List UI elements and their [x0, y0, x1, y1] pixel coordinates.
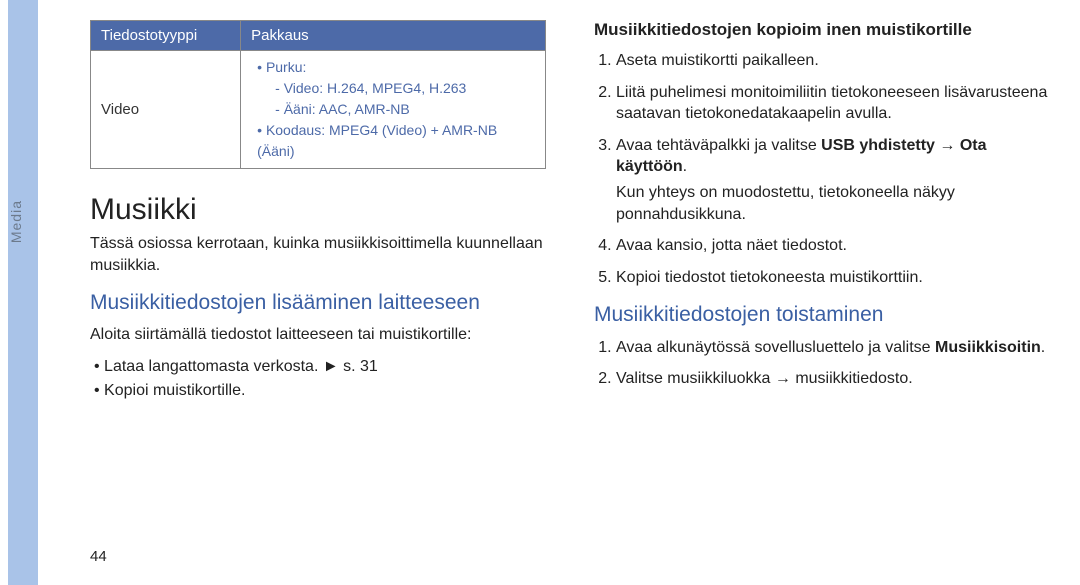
- add-bullets: Lataa langattomasta verkosta. ► s. 31 Ko…: [90, 358, 546, 400]
- codec-purku-label: Purku:: [266, 59, 306, 75]
- subsection-add: Musiikkitiedostojen lisääminen laitteese…: [90, 290, 546, 316]
- th-filetype: Tiedostotyyppi: [91, 21, 241, 51]
- copy-step-1: Aseta muistikortti paikalleen.: [616, 50, 1050, 72]
- copy-step-3: Avaa tehtäväpalkki ja valitse USB yhdist…: [616, 135, 1050, 225]
- page-number: 44: [90, 548, 107, 565]
- bullet-copy: Kopioi muistikortille.: [94, 382, 546, 400]
- play-steps: Avaa alkunäytössä sovellusluettelo ja va…: [594, 337, 1050, 390]
- bullet-download: Lataa langattomasta verkosta. ► s. 31: [94, 358, 546, 376]
- add-lead: Aloita siirtämällä tiedostot laitteeseen…: [90, 324, 546, 346]
- copy-step-5: Kopioi tiedostot tietokoneesta muistikor…: [616, 267, 1050, 289]
- left-column: Tiedostotyyppi Pakkaus Video Purku: Vide…: [90, 20, 546, 565]
- side-tab: Media: [0, 0, 42, 585]
- play-step-1-post: .: [1041, 339, 1045, 356]
- play-step-1: Avaa alkunäytössä sovellusluettelo ja va…: [616, 337, 1050, 359]
- copy-step-3-arrow: →: [935, 137, 960, 154]
- copy-steps: Aseta muistikortti paikalleen. Liitä puh…: [594, 50, 1050, 288]
- td-codec: Purku: Video: H.264, MPEG4, H.263 Ääni: …: [241, 51, 546, 169]
- play-step-2: Valitse musiikkiluokka → musiikkitiedost…: [616, 368, 1050, 390]
- copy-step-4: Avaa kansio, jotta näet tiedostot.: [616, 235, 1050, 257]
- copy-heading: Musiikkitiedostojen kopioim inen muistik…: [594, 20, 1050, 40]
- copy-step-3-pre: Avaa tehtäväpalkki ja valitse: [616, 137, 821, 154]
- section-intro: Tässä osiossa kerrotaan, kuinka musiikki…: [90, 233, 546, 276]
- side-tab-bg: [8, 0, 38, 585]
- copy-step-3-post: .: [683, 158, 687, 175]
- codec-koodaus: Koodaus: MPEG4 (Video) + AMR-NB (Ääni): [257, 120, 535, 162]
- section-title: Musiikki: [90, 193, 546, 227]
- play-step-1-pre: Avaa alkunäytössä sovellusluettelo ja va…: [616, 339, 935, 356]
- codec-purku-audio: Ääni: AAC, AMR-NB: [275, 99, 535, 120]
- subsection-play: Musiikkitiedostojen toistaminen: [594, 302, 1050, 328]
- copy-step-3-note: Kun yhteys on muodostettu, tietokoneella…: [616, 182, 1050, 225]
- page-content: Tiedostotyyppi Pakkaus Video Purku: Vide…: [90, 20, 1050, 565]
- right-column: Musiikkitiedostojen kopioim inen muistik…: [594, 20, 1050, 565]
- play-step-1-bold: Musiikkisoitin: [935, 339, 1041, 356]
- th-packing: Pakkaus: [241, 21, 546, 51]
- td-video: Video: [91, 51, 241, 169]
- copy-step-3-bold1: USB yhdistetty: [821, 137, 935, 154]
- codec-table: Tiedostotyyppi Pakkaus Video Purku: Vide…: [90, 20, 546, 169]
- codec-purku-video: Video: H.264, MPEG4, H.263: [275, 78, 535, 99]
- copy-step-2: Liitä puhelimesi monitoimiliitin tietoko…: [616, 82, 1050, 125]
- side-tab-label: Media: [8, 200, 38, 243]
